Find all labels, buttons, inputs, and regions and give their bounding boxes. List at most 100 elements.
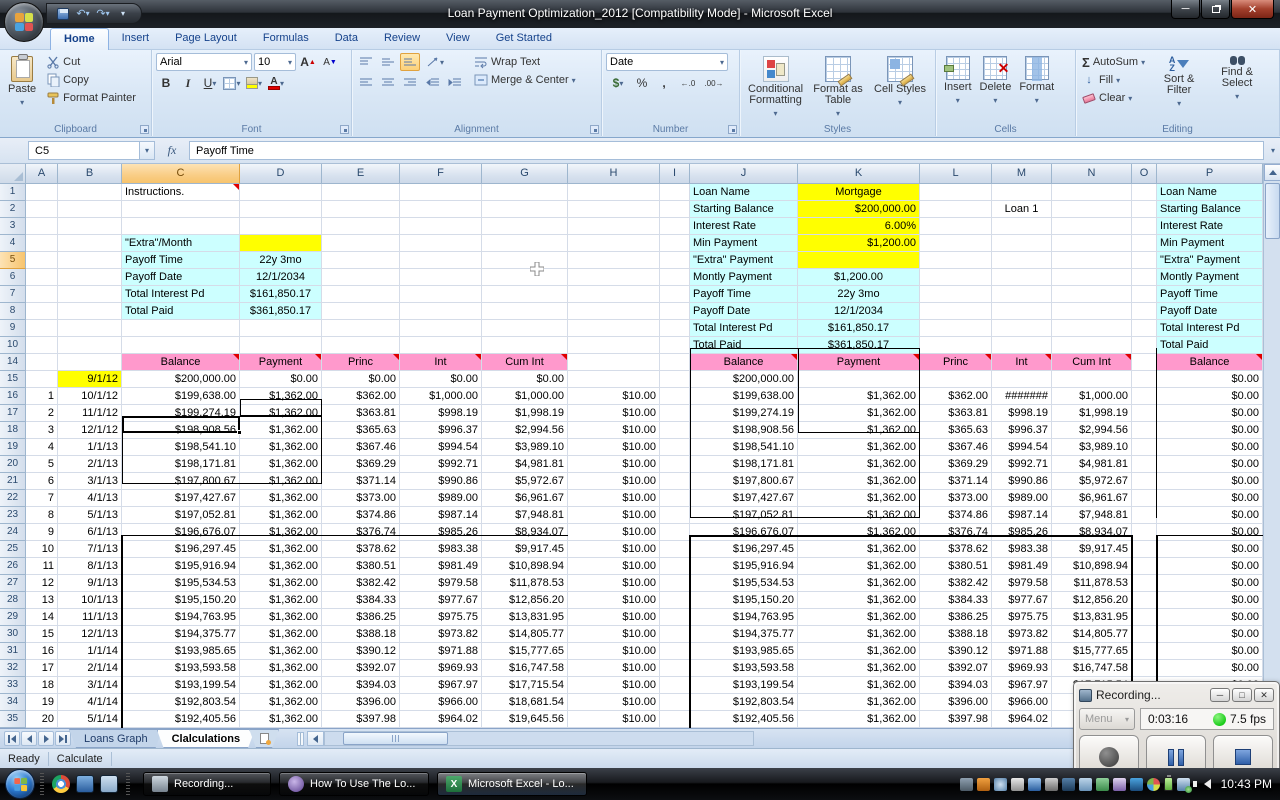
cell-M10[interactable]	[992, 337, 1052, 354]
cell-C10[interactable]	[122, 337, 240, 354]
cell-I4[interactable]	[660, 235, 690, 252]
office-button[interactable]	[4, 2, 44, 42]
cell-F1[interactable]	[400, 184, 482, 201]
cell-K33[interactable]: $1,362.00	[798, 677, 920, 694]
cell-G10[interactable]	[482, 337, 568, 354]
scroll-up-button[interactable]	[1264, 164, 1280, 181]
cell-O32[interactable]	[1132, 660, 1157, 677]
cell-C6[interactable]: Payoff Date	[122, 269, 240, 286]
cell-B3[interactable]	[58, 218, 122, 235]
restore-button[interactable]	[1201, 0, 1230, 19]
cell-A34[interactable]: 19	[26, 694, 58, 711]
fill-button[interactable]: ↓Fill▾	[1080, 71, 1147, 89]
cell-H34[interactable]: $10.00	[568, 694, 660, 711]
cell-N3[interactable]	[1052, 218, 1132, 235]
cell-L33[interactable]: $394.03	[920, 677, 992, 694]
cell-M5[interactable]	[992, 252, 1052, 269]
number-format-select[interactable]: Date▾	[606, 53, 728, 71]
cell-N31[interactable]: $15,777.65	[1052, 643, 1132, 660]
cell-E4[interactable]	[322, 235, 400, 252]
cell-E23[interactable]: $374.86	[322, 507, 400, 524]
font-color-button[interactable]: A▾	[266, 74, 286, 92]
cell-L35[interactable]: $397.98	[920, 711, 992, 728]
delete-cells-button[interactable]: ✕ Delete▾	[976, 53, 1016, 109]
tray-icon[interactable]	[1130, 778, 1143, 791]
cell-C7[interactable]: Total Interest Pd	[122, 286, 240, 303]
insert-cells-button[interactable]: Insert▾	[940, 53, 976, 109]
cell-G33[interactable]: $17,715.54	[482, 677, 568, 694]
recorder-restore-button[interactable]: □	[1232, 688, 1252, 702]
cell-N23[interactable]: $7,948.81	[1052, 507, 1132, 524]
cell-H15[interactable]	[568, 371, 660, 388]
tray-icon[interactable]	[1011, 778, 1024, 791]
row-header-20[interactable]: 20	[0, 456, 26, 473]
cell-L20[interactable]: $369.29	[920, 456, 992, 473]
cell-K26[interactable]: $1,362.00	[798, 558, 920, 575]
cell-K9[interactable]: $161,850.17	[798, 320, 920, 337]
cell-D26[interactable]: $1,362.00	[240, 558, 322, 575]
cell-P19[interactable]: $0.00	[1157, 439, 1263, 456]
cell-A4[interactable]	[26, 235, 58, 252]
cell-H14[interactable]	[568, 354, 660, 371]
taskbar-button-howto[interactable]: How To Use The Lo...	[279, 772, 429, 796]
column-header-a[interactable]: A	[26, 164, 58, 184]
cell-K10[interactable]: $361,850.17	[798, 337, 920, 354]
cell-K29[interactable]: $1,362.00	[798, 609, 920, 626]
cell-F24[interactable]: $985.26	[400, 524, 482, 541]
font-dialog-launcher[interactable]	[340, 125, 349, 134]
cell-L27[interactable]: $382.42	[920, 575, 992, 592]
cell-D30[interactable]: $1,362.00	[240, 626, 322, 643]
cell-N7[interactable]	[1052, 286, 1132, 303]
cell-P30[interactable]: $0.00	[1157, 626, 1263, 643]
sheet-tab-clalculations[interactable]: Clalculations	[157, 729, 255, 748]
cell-A18[interactable]: 3	[26, 422, 58, 439]
cell-N4[interactable]	[1052, 235, 1132, 252]
cell-C35[interactable]: $192,405.56	[122, 711, 240, 728]
cell-M2[interactable]: Loan 1	[992, 201, 1052, 218]
cell-O21[interactable]	[1132, 473, 1157, 490]
cell-L32[interactable]: $392.07	[920, 660, 992, 677]
tray-icon[interactable]	[1113, 778, 1126, 791]
cell-D23[interactable]: $1,362.00	[240, 507, 322, 524]
increase-decimal-button[interactable]: ←.0	[676, 74, 700, 92]
cell-F18[interactable]: $996.37	[400, 422, 482, 439]
cell-G18[interactable]: $2,994.56	[482, 422, 568, 439]
cell-J18[interactable]: $198,908.56	[690, 422, 798, 439]
quick-launch-browser-icon[interactable]	[52, 775, 70, 793]
cell-I19[interactable]	[660, 439, 690, 456]
cell-G6[interactable]	[482, 269, 568, 286]
cell-C32[interactable]: $193,593.58	[122, 660, 240, 677]
cell-F3[interactable]	[400, 218, 482, 235]
cell-A22[interactable]: 7	[26, 490, 58, 507]
cell-B20[interactable]: 2/1/13	[58, 456, 122, 473]
row-header-21[interactable]: 21	[0, 473, 26, 490]
cell-H2[interactable]	[568, 201, 660, 218]
cell-I9[interactable]	[660, 320, 690, 337]
cell-J17[interactable]: $199,274.19	[690, 405, 798, 422]
cell-H18[interactable]: $10.00	[568, 422, 660, 439]
number-dialog-launcher[interactable]	[728, 125, 737, 134]
align-top-button[interactable]	[356, 53, 376, 71]
tab-view[interactable]: View	[433, 28, 483, 50]
cell-H28[interactable]: $10.00	[568, 592, 660, 609]
cell-N18[interactable]: $2,994.56	[1052, 422, 1132, 439]
cell-J29[interactable]: $194,763.95	[690, 609, 798, 626]
cell-N22[interactable]: $6,961.67	[1052, 490, 1132, 507]
cell-F27[interactable]: $979.58	[400, 575, 482, 592]
start-button[interactable]	[5, 769, 35, 799]
cell-M4[interactable]	[992, 235, 1052, 252]
cell-G22[interactable]: $6,961.67	[482, 490, 568, 507]
cell-F29[interactable]: $975.75	[400, 609, 482, 626]
cell-A15[interactable]	[26, 371, 58, 388]
vertical-scrollbar[interactable]	[1263, 164, 1280, 728]
cell-A7[interactable]	[26, 286, 58, 303]
cell-M20[interactable]: $992.71	[992, 456, 1052, 473]
autosum-button[interactable]: ΣAutoSum▾	[1080, 53, 1147, 71]
cell-I21[interactable]	[660, 473, 690, 490]
sheet-tab-loans-graph[interactable]: Loans Graph	[69, 729, 163, 748]
cell-K2[interactable]: $200,000.00	[798, 201, 920, 218]
cell-C5[interactable]: Payoff Time	[122, 252, 240, 269]
cell-E29[interactable]: $386.25	[322, 609, 400, 626]
cell-D5[interactable]: 22y 3mo	[240, 252, 322, 269]
cell-A10[interactable]	[26, 337, 58, 354]
